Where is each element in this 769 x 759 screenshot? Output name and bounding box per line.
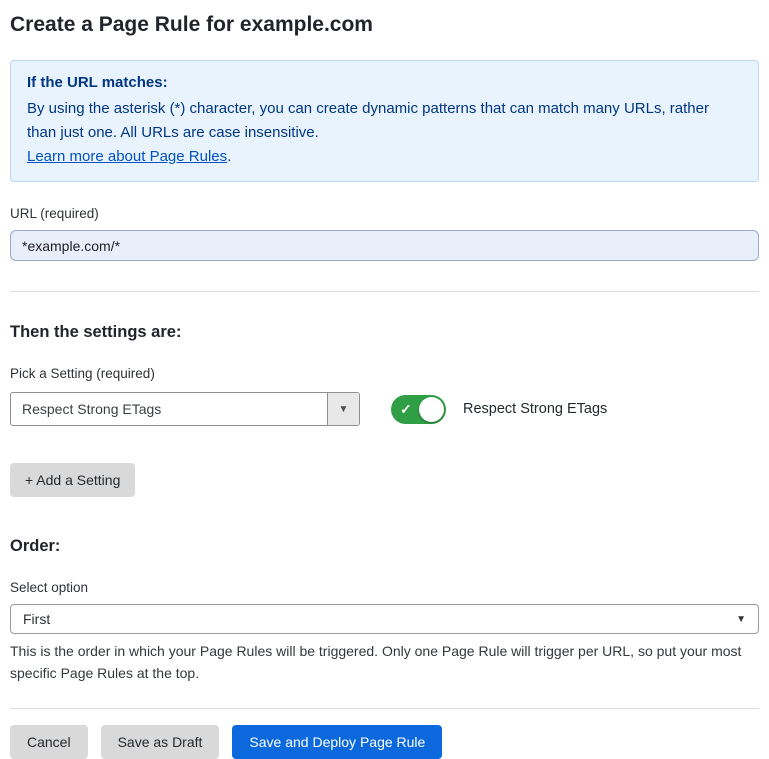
- info-box-body: By using the asterisk (*) character, you…: [27, 97, 742, 145]
- etags-toggle[interactable]: ✓: [391, 395, 446, 424]
- divider: [10, 291, 759, 292]
- setting-row: Respect Strong ETags ▼ ✓ Respect Strong …: [10, 392, 759, 426]
- pick-setting-label: Pick a Setting (required): [10, 366, 759, 381]
- order-help-text: This is the order in which your Page Rul…: [10, 641, 755, 684]
- info-box-heading: If the URL matches:: [27, 71, 742, 95]
- url-field-label: URL (required): [10, 206, 759, 221]
- check-icon: ✓: [400, 402, 412, 416]
- chevron-down-icon: ▼: [736, 614, 746, 625]
- add-setting-button[interactable]: + Add a Setting: [10, 463, 135, 497]
- order-section-heading: Order:: [10, 537, 759, 556]
- url-match-info-box: If the URL matches: By using the asteris…: [10, 60, 759, 182]
- settings-section-heading: Then the settings are:: [10, 323, 759, 342]
- toggle-knob: [419, 397, 444, 422]
- page-title: Create a Page Rule for example.com: [10, 13, 759, 37]
- url-input[interactable]: [10, 230, 759, 261]
- setting-select-value: Respect Strong ETags: [11, 393, 327, 425]
- order-select-label: Select option: [10, 580, 759, 595]
- footer-actions: Cancel Save as Draft Save and Deploy Pag…: [10, 708, 759, 759]
- order-select-value: First: [23, 611, 50, 627]
- toggle-label: Respect Strong ETags: [463, 401, 607, 417]
- order-select[interactable]: First ▼: [10, 604, 759, 634]
- learn-more-link[interactable]: Learn more about Page Rules: [27, 148, 227, 165]
- cancel-button[interactable]: Cancel: [10, 725, 88, 759]
- save-deploy-button[interactable]: Save and Deploy Page Rule: [232, 725, 442, 759]
- dropdown-arrow-icon[interactable]: ▼: [327, 393, 359, 425]
- setting-select[interactable]: Respect Strong ETags ▼: [10, 392, 360, 426]
- link-suffix: .: [227, 148, 231, 165]
- info-box-link-row: Learn more about Page Rules.: [27, 145, 742, 169]
- save-draft-button[interactable]: Save as Draft: [101, 725, 220, 759]
